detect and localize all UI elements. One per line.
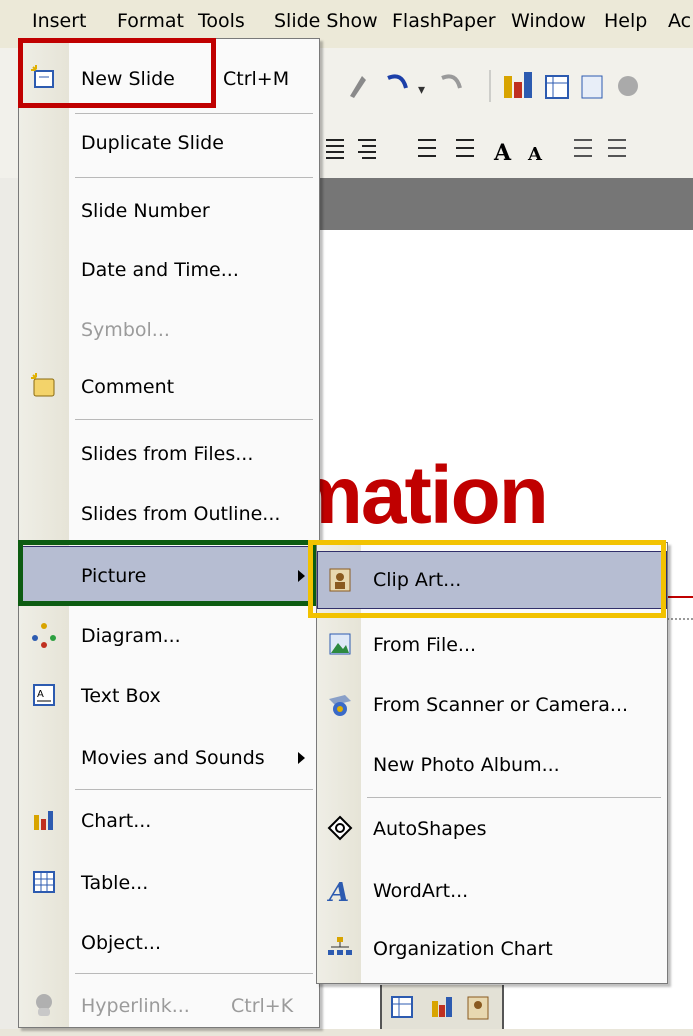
menu-item-label: Duplicate Slide bbox=[81, 132, 224, 154]
formatting-toolbar-icons[interactable]: A A bbox=[318, 132, 693, 168]
svg-text:A: A bbox=[327, 878, 349, 903]
menu-separator bbox=[75, 973, 313, 974]
menu-item-object[interactable]: Object... bbox=[19, 913, 319, 973]
title-underline bbox=[664, 596, 693, 598]
diagram-icon bbox=[32, 623, 56, 648]
placeholder-border bbox=[664, 618, 693, 620]
menu-item-label: Slides from Outline... bbox=[81, 503, 281, 525]
table-icon bbox=[33, 871, 55, 893]
bottom-toolbar-icons[interactable] bbox=[388, 993, 498, 1023]
submenu-item-label: New Photo Album... bbox=[373, 754, 560, 776]
ruler-area bbox=[300, 230, 693, 292]
menu-item-slides-from-files[interactable]: Slides from Files... bbox=[19, 424, 319, 484]
menu-item-chart[interactable]: Chart... bbox=[19, 791, 319, 851]
bottom-toolbar bbox=[380, 985, 504, 1029]
scanner-camera-icon bbox=[329, 695, 351, 716]
wordart-icon: A bbox=[327, 878, 349, 903]
submenu-item-autoshapes[interactable]: AutoShapes bbox=[317, 799, 667, 859]
insert-menu: New Slide Ctrl+M Duplicate Slide Slide N… bbox=[18, 38, 320, 1028]
menu-item-date-and-time[interactable]: Date and Time... bbox=[19, 240, 319, 300]
submenu-item-label: AutoShapes bbox=[373, 818, 487, 840]
menu-item-table[interactable]: Table... bbox=[19, 853, 319, 913]
menu-tools[interactable]: Tools bbox=[198, 10, 245, 32]
menu-item-diagram[interactable]: Diagram... bbox=[19, 606, 319, 666]
menu-insert[interactable]: Insert bbox=[32, 10, 87, 32]
chart-icon bbox=[34, 811, 53, 830]
comment-icon bbox=[31, 373, 55, 397]
menu-item-duplicate-slide[interactable]: Duplicate Slide bbox=[19, 113, 319, 173]
menu-item-label: Diagram... bbox=[81, 625, 181, 647]
menu-add-ins[interactable]: Ac bbox=[668, 10, 691, 32]
from-file-icon bbox=[329, 633, 351, 655]
submenu-item-from-scanner-or-camera[interactable]: From Scanner or Camera... bbox=[317, 675, 667, 735]
menu-item-hyperlink: Hyperlink... Ctrl+K bbox=[19, 976, 319, 1036]
menu-separator bbox=[75, 177, 313, 178]
menu-item-label: Movies and Sounds bbox=[81, 747, 265, 769]
submenu-item-organization-chart[interactable]: Organization Chart bbox=[317, 919, 667, 979]
menu-item-movies-and-sounds[interactable]: Movies and Sounds bbox=[19, 728, 319, 788]
submenu-item-new-photo-album[interactable]: New Photo Album... bbox=[317, 735, 667, 795]
menu-help[interactable]: Help bbox=[604, 10, 647, 32]
menu-flashpaper[interactable]: FlashPaper bbox=[392, 10, 496, 32]
menu-item-slide-number[interactable]: Slide Number bbox=[19, 181, 319, 241]
highlight-box-new-slide bbox=[18, 38, 216, 108]
menu-item-label: Table... bbox=[81, 872, 149, 894]
menu-window[interactable]: Window bbox=[511, 10, 586, 32]
menu-item-label: Slides from Files... bbox=[81, 443, 254, 465]
menu-item-label: Slide Number bbox=[81, 200, 210, 222]
hyperlink-icon bbox=[36, 994, 52, 1016]
svg-text:A: A bbox=[493, 140, 512, 166]
svg-text:▾: ▾ bbox=[418, 82, 425, 98]
submenu-item-label: From File... bbox=[373, 634, 477, 656]
menu-format[interactable]: Format bbox=[117, 10, 184, 32]
autoshapes-icon bbox=[327, 815, 353, 841]
standard-toolbar-icons[interactable]: ▾ bbox=[330, 66, 690, 106]
menu-item-label: Text Box bbox=[81, 685, 161, 707]
submenu-item-label: Organization Chart bbox=[373, 938, 553, 960]
pane-header bbox=[300, 178, 693, 230]
submenu-item-label: From Scanner or Camera... bbox=[373, 694, 629, 716]
menu-item-label: Hyperlink... bbox=[81, 995, 190, 1017]
org-chart-icon bbox=[328, 937, 352, 955]
submenu-item-wordart[interactable]: A WordArt... bbox=[317, 861, 667, 921]
submenu-item-from-file[interactable]: From File... bbox=[317, 615, 667, 675]
shortcut-label: Ctrl+M bbox=[223, 68, 290, 90]
menu-slide-show[interactable]: Slide Show bbox=[274, 10, 378, 32]
menu-item-slides-from-outline[interactable]: Slides from Outline... bbox=[19, 484, 319, 544]
menu-item-label: Comment bbox=[81, 376, 175, 398]
submenu-separator bbox=[367, 797, 661, 798]
text-box-icon: A bbox=[33, 684, 55, 706]
highlight-box-picture bbox=[18, 540, 316, 606]
submenu-item-label: WordArt... bbox=[373, 880, 469, 902]
menu-separator bbox=[75, 789, 313, 790]
menu-item-text-box[interactable]: A Text Box bbox=[19, 666, 319, 726]
menu-item-label: Object... bbox=[81, 932, 161, 954]
menu-item-label: Chart... bbox=[81, 810, 152, 832]
menu-separator bbox=[75, 419, 313, 420]
menu-item-label: Symbol... bbox=[81, 319, 170, 341]
menu-item-label: Date and Time... bbox=[81, 259, 239, 281]
shortcut-label: Ctrl+K bbox=[231, 995, 294, 1017]
slide-title-fragment: mation bbox=[290, 450, 549, 541]
highlight-box-clip-art bbox=[308, 540, 666, 618]
menu-item-symbol: Symbol... bbox=[19, 300, 319, 360]
menu-item-comment[interactable]: Comment bbox=[19, 357, 319, 417]
submenu-arrow-icon bbox=[298, 752, 305, 764]
svg-text:A: A bbox=[527, 144, 543, 165]
left-pane-edge bbox=[0, 178, 18, 1029]
svg-text:A: A bbox=[37, 689, 44, 700]
